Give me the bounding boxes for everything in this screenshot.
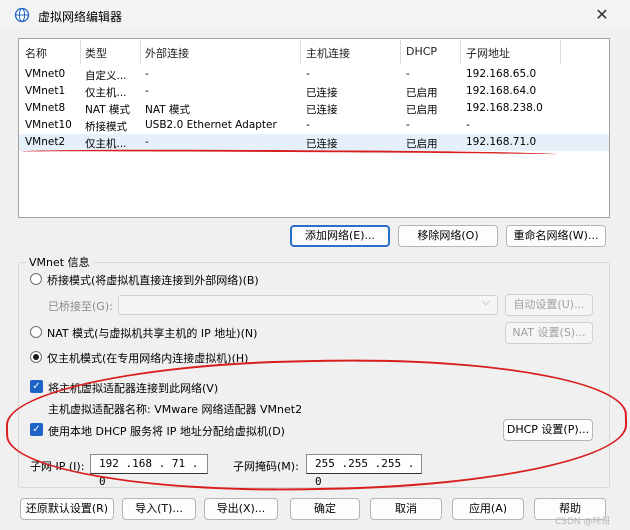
bridge-mode-label[interactable]: 桥接模式(将虚拟机直接连接到外部网络)(B) — [47, 272, 259, 288]
nat-mode-label[interactable]: NAT 模式(与虚拟机共享主机的 IP 地址)(N) — [47, 325, 257, 341]
watermark-text: CSDN @咔哥 — [555, 517, 611, 527]
export-button[interactable]: 导出(X)... — [204, 498, 278, 520]
table-row-selected[interactable]: VMnet2 仅主机... - 已连接 已启用 192.168.71.0 — [19, 134, 609, 151]
cell-subnet: - — [466, 119, 470, 131]
cell-name: VMnet10 — [25, 119, 72, 131]
column-header-type[interactable]: 类型 — [85, 45, 107, 61]
cell-type: NAT 模式 — [85, 104, 130, 116]
cell-subnet: 192.168.64.0 — [466, 85, 537, 97]
chevron-down-icon: ⌵ — [482, 297, 490, 308]
connect-adapter-checkbox[interactable]: ✓ — [30, 380, 43, 393]
table-row[interactable]: VMnet10 桥接模式 USB2.0 Ethernet Adapter - -… — [19, 117, 609, 134]
cell-subnet: 192.168.238.0 — [466, 102, 543, 114]
cancel-button[interactable]: 取消 — [370, 498, 442, 520]
bridged-to-label: 已桥接至(G): — [48, 300, 113, 313]
cell-external: - — [145, 68, 149, 80]
cell-name: VMnet0 — [25, 68, 66, 80]
cell-dhcp: 已启用 — [406, 87, 438, 99]
cell-host: - — [306, 68, 310, 80]
cell-external: NAT 模式 — [145, 104, 190, 116]
column-divider — [140, 40, 141, 64]
cell-subnet: 192.168.65.0 — [466, 68, 537, 80]
cell-name: VMnet1 — [25, 85, 66, 97]
column-header-host[interactable]: 主机连接 — [306, 45, 350, 61]
ok-button[interactable]: 确定 — [290, 498, 360, 520]
table-row[interactable]: VMnet0 自定义... - - - 192.168.65.0 — [19, 66, 609, 83]
restore-defaults-button[interactable]: 还原默认设置(R) — [20, 498, 114, 520]
import-button[interactable]: 导入(T)... — [122, 498, 196, 520]
bridged-to-select[interactable] — [118, 295, 498, 315]
column-divider — [300, 40, 301, 64]
rename-network-button[interactable]: 重命名网络(W)... — [506, 225, 606, 247]
cell-type: 桥接模式 — [85, 121, 127, 133]
table-row[interactable]: VMnet1 仅主机... - 已连接 已启用 192.168.64.0 — [19, 83, 609, 100]
cell-host: 已连接 — [306, 87, 338, 99]
close-icon[interactable]: ✕ — [592, 5, 612, 25]
table-row[interactable]: VMnet8 NAT 模式 NAT 模式 已连接 已启用 192.168.238… — [19, 100, 609, 117]
host-only-radio[interactable] — [30, 351, 42, 363]
cell-dhcp: 已启用 — [406, 138, 438, 150]
nat-mode-radio[interactable] — [30, 326, 42, 338]
group-label: VMnet 信息 — [26, 254, 93, 270]
cell-type: 仅主机... — [85, 87, 127, 99]
cell-external: USB2.0 Ethernet Adapter — [145, 119, 277, 131]
column-divider — [400, 40, 401, 64]
apply-button[interactable]: 应用(A) — [452, 498, 524, 520]
column-header-subnet[interactable]: 子网地址 — [466, 45, 510, 61]
cell-host: 已连接 — [306, 138, 338, 150]
cell-dhcp: - — [406, 119, 410, 131]
remove-network-button[interactable]: 移除网络(O) — [398, 225, 498, 247]
column-divider — [80, 40, 81, 64]
add-network-button[interactable]: 添加网络(E)... — [290, 225, 390, 247]
cell-dhcp: 已启用 — [406, 104, 438, 116]
cell-type: 仅主机... — [85, 138, 127, 150]
nat-settings-button[interactable]: NAT 设置(S)... — [505, 322, 593, 344]
cell-host: - — [306, 119, 310, 131]
column-divider — [460, 40, 461, 64]
cell-subnet: 192.168.71.0 — [466, 136, 537, 148]
cell-dhcp: - — [406, 68, 410, 80]
cell-external: - — [145, 85, 149, 97]
window-title: 虚拟网络编辑器 — [38, 10, 123, 24]
cell-name: VMnet2 — [25, 136, 66, 148]
bridge-mode-radio[interactable] — [30, 273, 42, 285]
cell-host: 已连接 — [306, 104, 338, 116]
column-header-external[interactable]: 外部连接 — [145, 45, 189, 61]
cell-type: 自定义... — [85, 70, 127, 82]
cell-name: VMnet8 — [25, 102, 66, 114]
column-header-name[interactable]: 名称 — [25, 45, 47, 61]
column-header-dhcp[interactable]: DHCP — [406, 45, 437, 58]
cell-external: - — [145, 136, 149, 148]
auto-settings-button[interactable]: 自动设置(U)... — [505, 294, 593, 316]
column-divider — [560, 40, 561, 64]
network-globe-icon — [14, 7, 30, 23]
